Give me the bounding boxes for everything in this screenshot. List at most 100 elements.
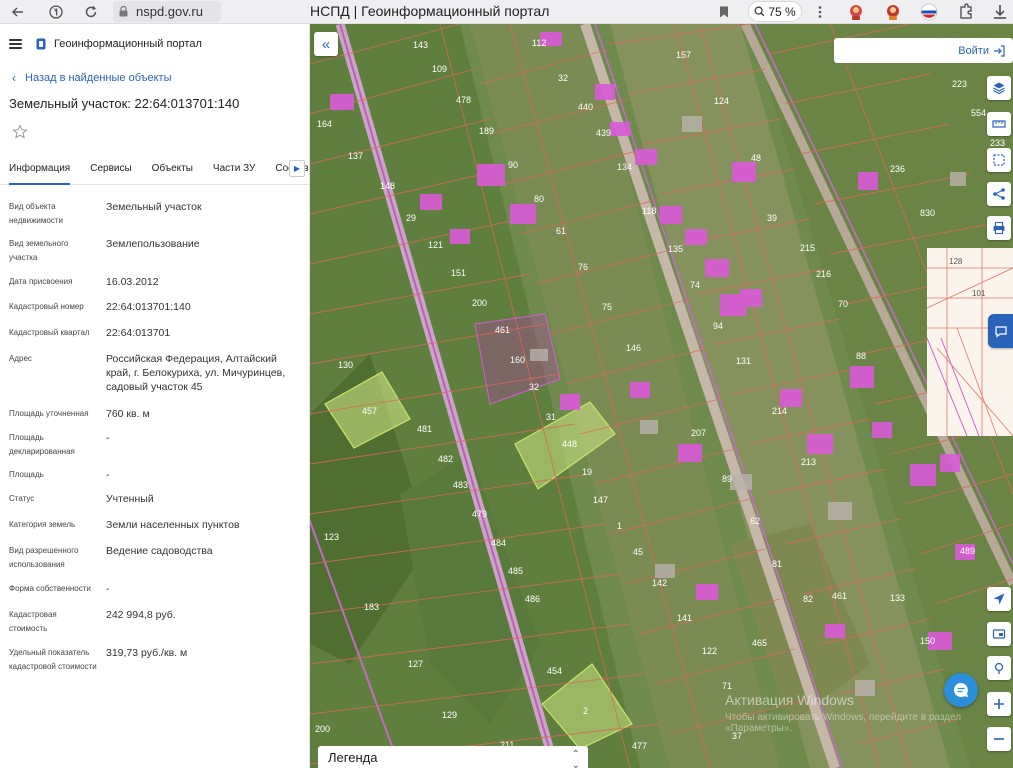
back-arrow-icon[interactable]	[8, 2, 28, 22]
zoom-out-button[interactable]	[987, 727, 1011, 751]
parcel-number-label: 118	[642, 206, 656, 216]
app-header: Геоинформационный портал	[0, 24, 309, 64]
property-label: Форма собственности	[9, 584, 91, 593]
parcel-number-label: 461	[832, 591, 847, 601]
svg-text:101: 101	[972, 289, 986, 298]
download-icon[interactable]	[991, 3, 1009, 21]
locate-icon	[993, 593, 1005, 605]
parcel-number-label: 483	[453, 480, 468, 490]
chevron-updown-icon: ⌃ ⌄	[571, 749, 580, 768]
tab-services[interactable]: Сервисы	[90, 159, 131, 184]
puzzle-icon[interactable]	[957, 3, 975, 21]
parcel-number-label: 146	[626, 343, 641, 353]
parcel-number-label: 94	[713, 321, 723, 331]
screen-icon	[992, 629, 1006, 639]
parcel-number-label: 147	[593, 495, 608, 505]
yandex-icon[interactable]	[46, 2, 66, 22]
parcel-number-label: 489	[960, 546, 975, 556]
measure-area-button[interactable]	[987, 148, 1011, 172]
pin-button[interactable]	[987, 656, 1011, 680]
property-value: Земли населенных пунктов	[106, 519, 240, 531]
extension-icon[interactable]	[884, 3, 902, 21]
property-value: Ведение садоводства	[106, 545, 213, 557]
favorite-star-icon[interactable]	[12, 124, 28, 140]
chevron-left-icon: ‹	[12, 71, 16, 85]
parcel-number-label: 130	[338, 360, 353, 370]
screen-button[interactable]	[987, 622, 1011, 646]
parcel-number-label: 122	[702, 646, 717, 656]
tab-objects[interactable]: Объекты	[152, 159, 193, 184]
parcel-number-label: 200	[472, 298, 487, 308]
login-label: Войти	[958, 44, 989, 57]
parcel-number-label: 830	[920, 208, 935, 218]
layers-button[interactable]	[987, 76, 1011, 100]
parcel-number-label: 484	[491, 538, 506, 548]
info-tabs: Информация Сервисы Объекты Части ЗУ Сост…	[0, 159, 309, 185]
parcel-number-label: 1	[617, 521, 622, 531]
extension-icon[interactable]	[847, 3, 865, 21]
zoom-indicator[interactable]: 75 %	[748, 1, 802, 22]
parcel-number-label: 143	[413, 40, 428, 50]
parcel-number-label: 109	[432, 64, 447, 74]
page-title: Земельный участок: 22:64:013701:140	[9, 96, 240, 111]
tab-information[interactable]: Информация	[9, 159, 71, 185]
pin-icon	[994, 662, 1004, 674]
parcel-number-label: 71	[722, 681, 732, 691]
reload-icon[interactable]	[81, 2, 101, 22]
property-label: Площадь	[9, 470, 44, 479]
property-value: Земельный участок	[106, 201, 202, 213]
back-to-results-link[interactable]: ‹ Назад в найденные объекты	[0, 64, 309, 92]
locate-button[interactable]	[987, 587, 1011, 611]
parcel-number-label: 486	[525, 594, 540, 604]
menu-icon[interactable]	[9, 39, 22, 49]
object-info-panel: Геоинформационный портал ‹ Назад в найде…	[0, 24, 310, 768]
property-value: 16.03.2012	[106, 276, 159, 288]
more-icon[interactable]	[810, 2, 830, 22]
cadastral-map[interactable]: 143 112 109 157 478 32 440 124 164 189 439 137 90…	[310, 24, 1013, 768]
parcel-number-label: 461	[495, 325, 510, 335]
tabs-scroll-right-icon[interactable]: ▶	[289, 160, 305, 177]
property-label: Кадастровый квартал	[9, 328, 90, 337]
chat-button[interactable]	[944, 673, 978, 707]
parcel-number-label: 70	[838, 299, 848, 309]
ruler-button[interactable]	[987, 112, 1011, 136]
parcel-number-label: 31	[546, 412, 556, 422]
parcel-number-label: 189	[479, 126, 494, 136]
parcel-number-label: 134	[617, 162, 632, 172]
parcel-number-label: 148	[380, 181, 395, 191]
parcel-number-label: 142	[652, 578, 667, 588]
property-value: 22:64:013701:140	[106, 301, 191, 313]
parcel-number-label: 478	[456, 95, 471, 105]
browser-toolbar: nspd.gov.ru НСПД | Геоинформационный пор…	[0, 0, 1013, 24]
property-label: Вид земельного участка	[9, 239, 69, 262]
parcel-number-label: 233	[990, 138, 1005, 148]
login-button[interactable]: Войти	[834, 38, 1013, 63]
parcel-number-label: 164	[317, 119, 332, 129]
parcel-number-label: 32	[558, 73, 568, 83]
zoom-in-button[interactable]	[987, 692, 1011, 716]
parcel-number-label: 141	[677, 613, 692, 623]
address-bar[interactable]: nspd.gov.ru	[113, 1, 221, 22]
parcel-number-label: 207	[691, 428, 706, 438]
property-label: Статус	[9, 494, 35, 503]
flag-ru-icon[interactable]	[920, 3, 938, 21]
tab-parts[interactable]: Части ЗУ	[213, 159, 255, 184]
feedback-tab-button[interactable]	[988, 314, 1013, 348]
property-label: Вид разрешенного использования	[9, 546, 79, 569]
parcel-number-label: 75	[602, 302, 612, 312]
parcel-number-label: 45	[633, 547, 643, 557]
portal-name: Геоинформационный портал	[54, 38, 202, 50]
bookmark-icon[interactable]	[714, 2, 734, 22]
print-button[interactable]	[987, 216, 1011, 240]
collapse-panel-button[interactable]: «	[314, 32, 338, 56]
url-text: nspd.gov.ru	[136, 4, 203, 19]
parcel-number-label: 48	[751, 153, 761, 163]
parcel-number-label: 481	[417, 424, 432, 434]
legend-toggle[interactable]: Легенда ⌃ ⌄	[318, 746, 588, 768]
print-icon	[993, 221, 1005, 235]
parcel-number-label: 76	[578, 262, 588, 272]
share-button[interactable]	[987, 182, 1011, 206]
back-link-label: Назад в найденные объекты	[25, 72, 172, 84]
parcel-number-label: 129	[442, 710, 457, 720]
parcel-number-label: 39	[767, 213, 777, 223]
